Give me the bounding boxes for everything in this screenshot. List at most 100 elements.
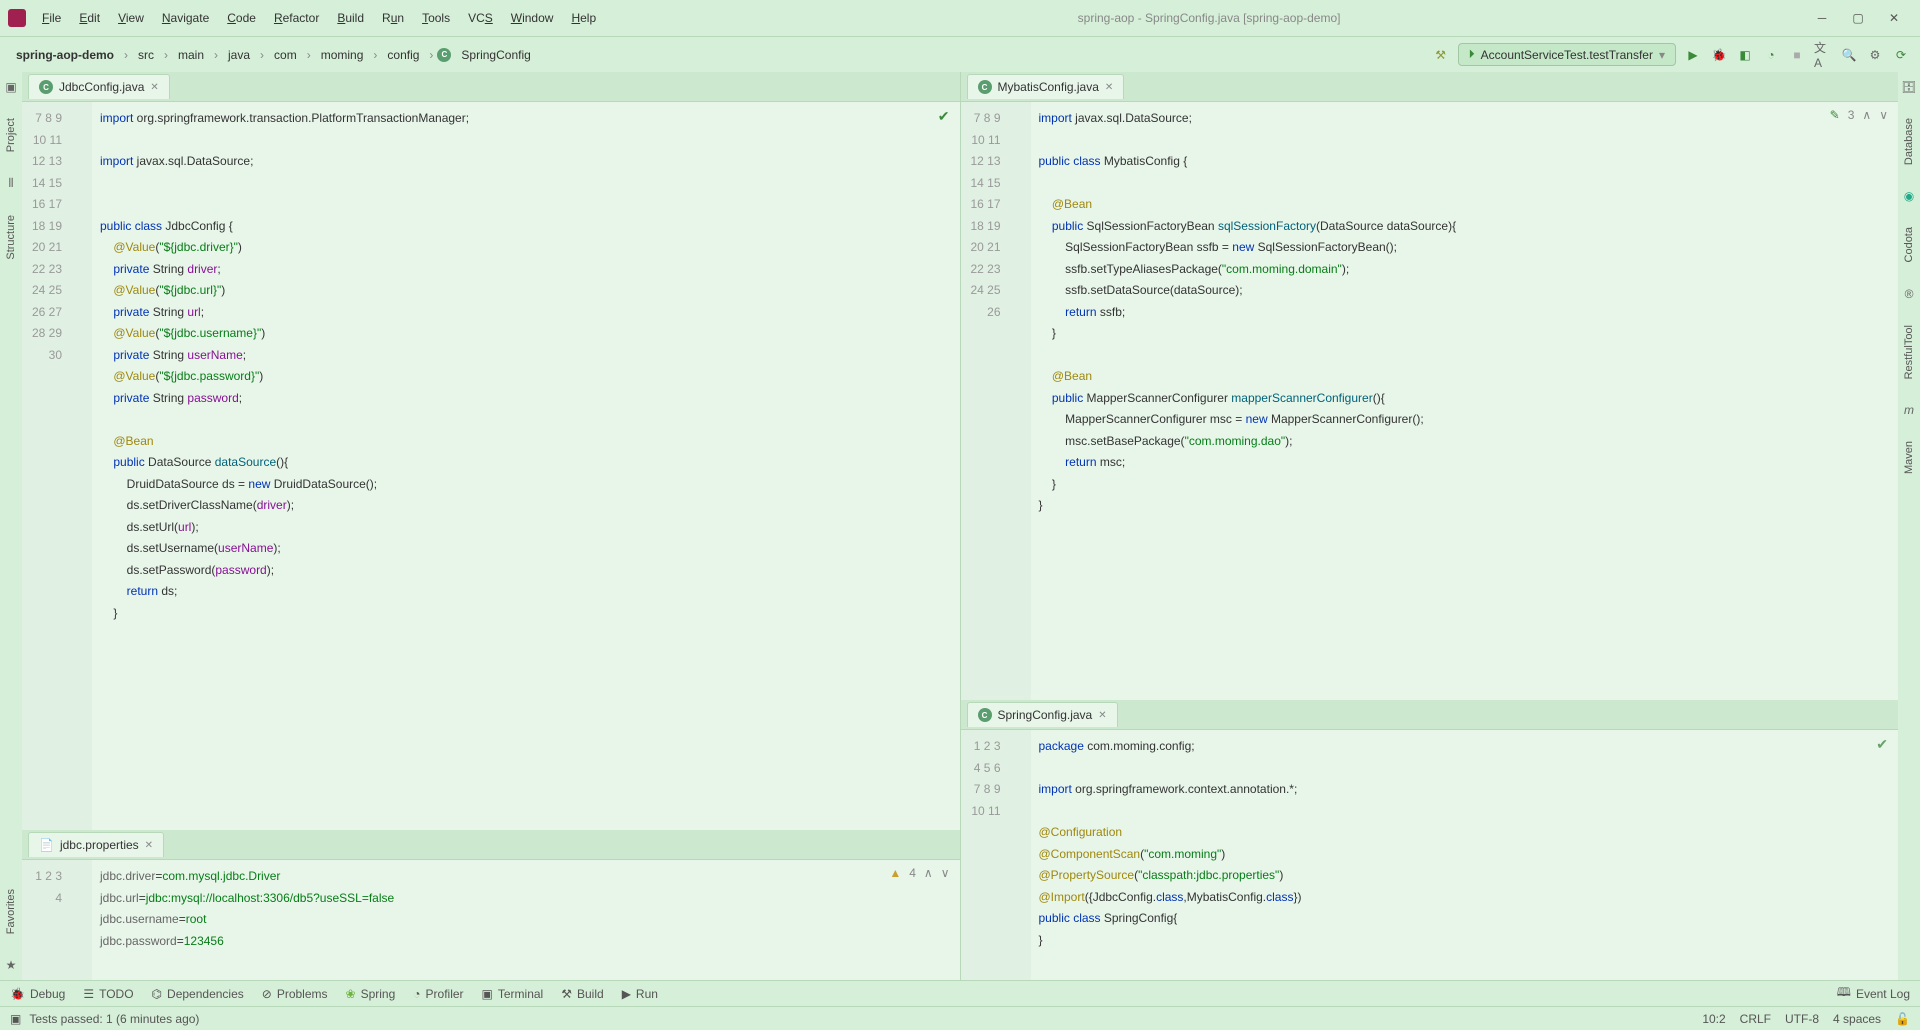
properties-icon: 📄 bbox=[39, 838, 54, 852]
menu-vcs[interactable]: VCS bbox=[460, 7, 501, 29]
minimize-icon[interactable]: ─ bbox=[1814, 10, 1830, 26]
breadcrumb-item[interactable]: moming bbox=[315, 46, 370, 64]
lock-icon[interactable]: 🔓 bbox=[1895, 1012, 1910, 1026]
breadcrumb-item[interactable]: com bbox=[268, 46, 303, 64]
menu-run[interactable]: Run bbox=[374, 7, 412, 29]
folder-icon[interactable]: ▣ bbox=[5, 80, 16, 94]
menu-window[interactable]: Window bbox=[503, 7, 562, 29]
problems-tool[interactable]: ⊘Problems bbox=[262, 987, 328, 1001]
graph-icon: ⌬ bbox=[152, 987, 162, 1001]
structure-tool[interactable]: Structure bbox=[5, 211, 17, 264]
left-tool-gutter: ▣ Project ⦀ Structure Favorites ★ bbox=[0, 72, 22, 980]
gauge-icon: ◔ bbox=[413, 987, 420, 1001]
codota-icon[interactable]: ◉ bbox=[1904, 189, 1914, 203]
hammer-icon[interactable]: ⚒ bbox=[1432, 46, 1450, 64]
class-icon: C bbox=[978, 80, 992, 94]
status-line-sep[interactable]: CRLF bbox=[1740, 1012, 1771, 1026]
terminal-tool[interactable]: ▣Terminal bbox=[482, 987, 544, 1001]
tab-jdbcproperties[interactable]: 📄 jdbc.properties ✕ bbox=[28, 832, 164, 857]
nav-down-icon[interactable]: ∨ bbox=[941, 866, 950, 880]
editor-mybatisconfig[interactable]: 7 8 9 10 11 12 13 14 15 16 17 18 19 20 2… bbox=[961, 102, 1899, 700]
breadcrumb-item[interactable]: java bbox=[222, 46, 256, 64]
app-logo-icon bbox=[8, 9, 26, 27]
nav-down-icon[interactable]: ∨ bbox=[1879, 108, 1888, 122]
alert-icon: ⊘ bbox=[262, 987, 272, 1001]
breadcrumb-item[interactable]: SpringConfig bbox=[455, 46, 536, 64]
editor-properties[interactable]: 1 2 3 4 jdbc.driver=com.mysql.jdbc.Drive… bbox=[22, 860, 960, 980]
highlight-icon: ✎ bbox=[1830, 108, 1840, 122]
nav-up-icon[interactable]: ∧ bbox=[1862, 108, 1871, 122]
star-icon[interactable]: ★ bbox=[6, 958, 17, 972]
class-icon: C bbox=[437, 48, 451, 62]
build-tool[interactable]: ⚒Build bbox=[561, 987, 603, 1001]
debug-tool[interactable]: 🐞Debug bbox=[10, 987, 65, 1001]
todo-tool[interactable]: ☰TODO bbox=[83, 987, 133, 1001]
run-config-selector[interactable]: ⏵ AccountServiceTest.testTransfer ▾ bbox=[1458, 43, 1676, 66]
structure-icon[interactable]: ⦀ bbox=[8, 176, 13, 191]
codota-tool[interactable]: Codota bbox=[1903, 223, 1915, 266]
profile-icon[interactable]: ◔ bbox=[1762, 46, 1780, 64]
coverage-icon[interactable]: ◧ bbox=[1736, 46, 1754, 64]
settings-icon[interactable]: ⚙ bbox=[1866, 46, 1884, 64]
tabbar-right-top: C MybatisConfig.java ✕ bbox=[961, 72, 1899, 102]
menu-refactor[interactable]: Refactor bbox=[266, 7, 327, 29]
status-bar: ▣ Tests passed: 1 (6 minutes ago) 10:2 C… bbox=[0, 1006, 1920, 1030]
restful-icon[interactable]: ® bbox=[1905, 287, 1914, 301]
eventlog-tool[interactable]: 🕮Event Log bbox=[1837, 983, 1910, 1004]
class-icon: C bbox=[39, 80, 53, 94]
translate-icon[interactable]: 文A bbox=[1814, 46, 1832, 64]
menu-build[interactable]: Build bbox=[329, 7, 372, 29]
editor-jdbcconfig[interactable]: 7 8 9 10 11 12 13 14 15 16 17 18 19 20 2… bbox=[22, 102, 960, 830]
check-ok-icon: ✔ bbox=[938, 108, 950, 125]
breadcrumb-item[interactable]: main bbox=[172, 46, 210, 64]
menu-tools[interactable]: Tools bbox=[414, 7, 458, 29]
tab-close-icon[interactable]: ✕ bbox=[1098, 710, 1106, 721]
favorites-tool[interactable]: Favorites bbox=[5, 885, 17, 938]
status-caret-pos[interactable]: 10:2 bbox=[1702, 1012, 1725, 1026]
dependencies-tool[interactable]: ⌬Dependencies bbox=[152, 987, 244, 1001]
menu-file[interactable]: File bbox=[34, 7, 69, 29]
menu-navigate[interactable]: Navigate bbox=[154, 7, 217, 29]
play-icon: ▶ bbox=[622, 987, 631, 1001]
breadcrumb-item[interactable]: src bbox=[132, 46, 160, 64]
menu-help[interactable]: Help bbox=[563, 7, 604, 29]
status-indent[interactable]: 4 spaces bbox=[1833, 1012, 1881, 1026]
database-icon[interactable]: 🗄 bbox=[1901, 80, 1916, 94]
tab-close-icon[interactable]: ✕ bbox=[145, 840, 153, 851]
breadcrumb: spring-aop-demo› src› main› java› com› m… bbox=[10, 46, 537, 64]
tab-mybatisconfig[interactable]: C MybatisConfig.java ✕ bbox=[967, 74, 1125, 99]
maven-icon[interactable]: m bbox=[1904, 403, 1914, 417]
search-icon[interactable]: 🔍 bbox=[1840, 46, 1858, 64]
sync-icon[interactable]: ⟳ bbox=[1892, 46, 1910, 64]
check-ok-icon: ✔ bbox=[1876, 736, 1888, 753]
project-tool[interactable]: Project bbox=[5, 114, 17, 156]
chevron-down-icon: ▾ bbox=[1659, 48, 1665, 62]
debug-icon[interactable]: 🐞 bbox=[1710, 46, 1728, 64]
status-encoding[interactable]: UTF-8 bbox=[1785, 1012, 1819, 1026]
run-config-label: AccountServiceTest.testTransfer bbox=[1481, 48, 1653, 62]
editor-springconfig[interactable]: 1 2 3 4 5 6 7 8 9 10 11 package com.momi… bbox=[961, 730, 1899, 980]
tab-close-icon[interactable]: ✕ bbox=[150, 82, 158, 93]
profiler-tool[interactable]: ◔Profiler bbox=[413, 987, 463, 1001]
restful-tool[interactable]: RestfulTool bbox=[1903, 321, 1915, 383]
database-tool[interactable]: Database bbox=[1903, 114, 1915, 169]
menu-edit[interactable]: Edit bbox=[71, 7, 108, 29]
menu-view[interactable]: View bbox=[110, 7, 152, 29]
run-tool[interactable]: ▶Run bbox=[622, 987, 658, 1001]
stop-icon[interactable]: ■ bbox=[1788, 46, 1806, 64]
tab-close-icon[interactable]: ✕ bbox=[1105, 82, 1113, 93]
tab-jdbcconfig[interactable]: C JdbcConfig.java ✕ bbox=[28, 74, 170, 99]
close-icon[interactable]: ✕ bbox=[1886, 10, 1902, 26]
spring-tool[interactable]: ❀Spring bbox=[346, 987, 396, 1001]
class-icon: C bbox=[978, 708, 992, 722]
menu-code[interactable]: Code bbox=[219, 7, 264, 29]
maximize-icon[interactable]: ▢ bbox=[1850, 10, 1866, 26]
breadcrumb-item[interactable]: config bbox=[381, 46, 425, 64]
tab-springconfig[interactable]: C SpringConfig.java ✕ bbox=[967, 702, 1118, 727]
nav-up-icon[interactable]: ∧ bbox=[924, 866, 933, 880]
toolwin-toggle-icon[interactable]: ▣ bbox=[10, 1012, 21, 1026]
breadcrumb-item[interactable]: spring-aop-demo bbox=[10, 46, 120, 64]
maven-tool[interactable]: Maven bbox=[1903, 437, 1915, 478]
run-icon[interactable]: ▶ bbox=[1684, 46, 1702, 64]
menubar: File Edit View Navigate Code Refactor Bu… bbox=[0, 0, 1920, 36]
